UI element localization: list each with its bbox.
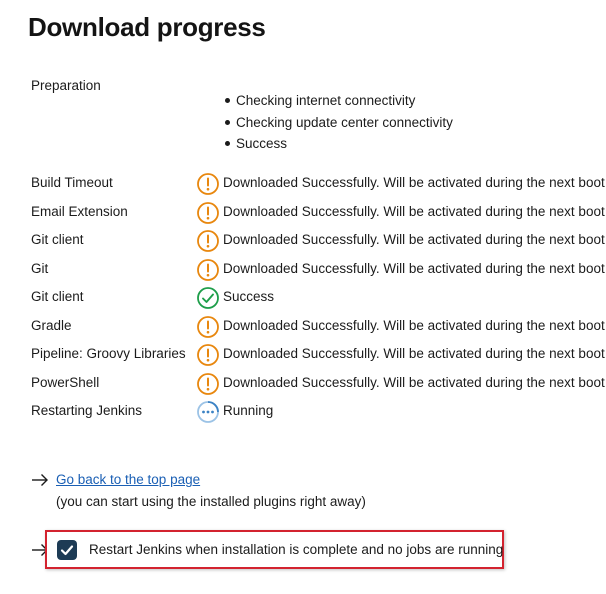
warning-icon <box>196 229 220 253</box>
warning-icon <box>196 258 220 282</box>
plugin-name: PowerShell <box>31 374 100 390</box>
success-check-icon <box>196 286 220 310</box>
warning-icon <box>196 201 220 225</box>
warning-icon <box>196 315 220 339</box>
go-back-top-link[interactable]: Go back to the top page <box>56 472 200 487</box>
plugin-status: Downloaded Successfully. Will be activat… <box>223 374 605 390</box>
back-link-hint: (you can start using the installed plugi… <box>56 494 366 509</box>
warning-icon <box>196 343 220 367</box>
plugin-name: Email Extension <box>31 203 128 219</box>
preparation-label: Preparation <box>31 78 101 93</box>
restart-option-highlight: Restart Jenkins when installation is com… <box>45 530 504 569</box>
plugin-status: Downloaded Successfully. Will be activat… <box>223 317 605 333</box>
warning-icon <box>196 172 220 196</box>
preparation-steps: Checking internet connectivity Checking … <box>222 92 453 157</box>
running-icon <box>196 400 220 424</box>
plugin-name: Git <box>31 260 49 276</box>
plugin-status: Success <box>223 289 275 304</box>
plugin-name: Git client <box>31 289 84 304</box>
preparation-step: Success <box>222 135 453 157</box>
plugin-status: Downloaded Successfully. Will be activat… <box>223 260 605 276</box>
plugin-status: Downloaded Successfully. Will be activat… <box>223 232 605 247</box>
plugin-status: Downloaded Successfully. Will be activat… <box>223 175 605 190</box>
plugin-name: Git client <box>31 232 84 247</box>
restart-checkbox-label[interactable]: Restart Jenkins when installation is com… <box>89 542 503 557</box>
plugin-status: Downloaded Successfully. Will be activat… <box>223 346 605 361</box>
page-title: Download progress <box>28 12 266 42</box>
plugin-name: Restarting Jenkins <box>31 403 143 418</box>
plugin-name: Pipeline: Groovy Libraries <box>31 346 186 361</box>
plugin-name: Gradle <box>31 317 72 333</box>
plugin-status: Downloaded Successfully. Will be activat… <box>223 203 605 219</box>
warning-icon <box>196 372 220 396</box>
bullet-icon <box>225 119 230 125</box>
bullet-icon <box>225 98 230 103</box>
preparation-step: Checking update center connectivity <box>222 114 453 136</box>
bullet-icon <box>225 141 230 146</box>
restart-checkbox[interactable] <box>57 540 77 560</box>
plugin-status: Running <box>223 403 274 418</box>
preparation-step: Checking internet connectivity <box>222 92 453 114</box>
plugin-name: Build Timeout <box>31 175 113 190</box>
arrow-right-icon <box>31 473 49 487</box>
